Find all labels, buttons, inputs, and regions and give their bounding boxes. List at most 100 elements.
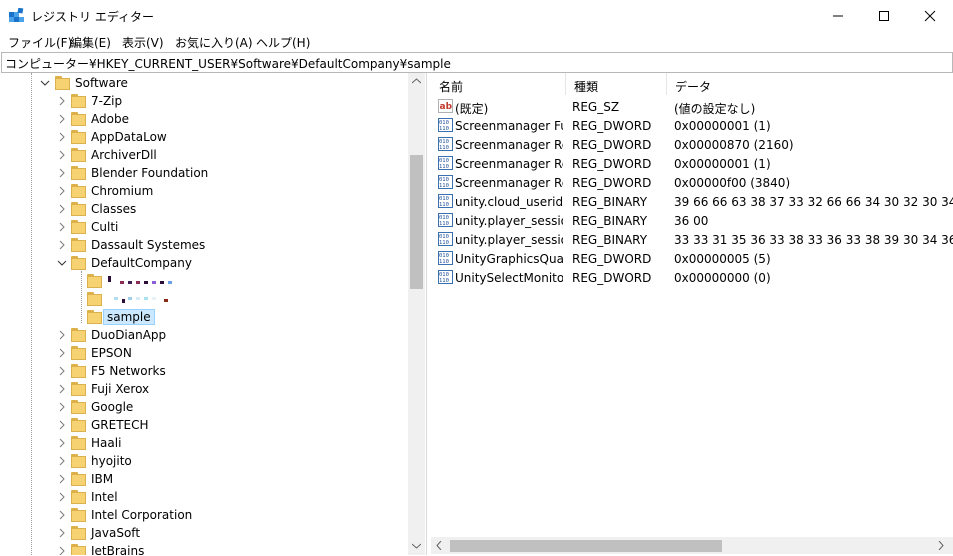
value-type: REG_DWORD [572,138,652,152]
value-row[interactable]: ab (既定) REG_SZ (値の設定なし) [431,97,953,116]
tree-item[interactable]: hyojito [0,452,408,470]
value-row[interactable]: 010110Screenmanager Re... REG_DWORD 0x0000… [431,173,953,192]
chevron-down-icon[interactable] [57,258,67,268]
tree-item[interactable]: Intel [0,488,408,506]
tree-item[interactable]: 7-Zip [0,92,408,110]
scroll-down-icon[interactable] [412,543,421,549]
column-header-label: データ [675,80,712,94]
chevron-right-icon[interactable] [57,132,67,142]
column-header-name[interactable]: 名前 [431,73,565,95]
value-row[interactable]: 010110UnityGraphicsQual... REG_DWORD 0x000… [431,249,953,268]
tree-vertical-scrollbar[interactable] [408,73,425,555]
value-data: 36 00 [674,214,709,228]
tree-item[interactable]: Fuji Xerox [0,380,408,398]
chevron-right-icon[interactable] [57,186,67,196]
tree-item-redacted[interactable] [0,290,408,308]
address-bar[interactable]: コンピューター¥HKEY_CURRENT_USER¥Software¥Defau… [1,52,953,73]
tree-item[interactable]: Haali [0,434,408,452]
chevron-right-icon[interactable] [57,150,67,160]
chevron-right-icon[interactable] [57,330,67,340]
tree-item-sample[interactable]: sample [0,308,408,326]
folder-icon [71,454,86,468]
folder-icon [71,382,86,396]
folder-icon [71,472,86,486]
tree-item[interactable]: Blender Foundation [0,164,408,182]
value-row[interactable]: 010110Screenmanager Re... REG_DWORD 0x0000… [431,154,953,173]
value-row[interactable]: 010 110 unity.cloud_userid... REG_BINARY 39 … [431,192,953,211]
chevron-right-icon[interactable] [57,492,67,502]
scroll-right-icon[interactable] [938,541,944,550]
chevron-right-icon[interactable] [57,546,67,555]
tree-item[interactable]: Culti [0,218,408,236]
chevron-right-icon[interactable] [57,510,67,520]
menu-help[interactable]: ヘルプ(H) [256,34,310,51]
chevron-right-icon[interactable] [57,384,67,394]
tree-item[interactable]: JavaSoft [0,524,408,542]
tree-item[interactable]: Adobe [0,110,408,128]
string-value-icon: ab [438,99,453,113]
chevron-right-icon[interactable] [57,240,67,250]
maximize-icon [879,11,889,21]
tree-item[interactable]: DefaultCompany [0,254,408,272]
value-type: REG_DWORD [572,271,652,285]
tree-item[interactable]: Intel Corporation [0,506,408,524]
folder-icon [71,238,86,252]
menu-file[interactable]: ファイル(F) [8,34,72,51]
chevron-right-icon[interactable] [57,348,67,358]
tree-item-redacted[interactable] [0,272,408,290]
tree-item[interactable]: JetBrains [0,542,408,555]
column-header-data[interactable]: データ [667,73,953,95]
tree-item[interactable]: AppDataLow [0,128,408,146]
chevron-right-icon[interactable] [57,114,67,124]
svg-text:ab: ab [440,102,453,112]
tree-item[interactable]: GRETECH [0,416,408,434]
minimize-button[interactable] [815,0,861,31]
scroll-up-icon[interactable] [412,78,421,84]
chevron-right-icon[interactable] [57,168,67,178]
value-name: Screenmanager Re... [455,138,563,152]
tree-item[interactable]: EPSON [0,344,408,362]
tree-scroll-thumb[interactable] [410,155,423,289]
chevron-right-icon[interactable] [57,204,67,214]
chevron-right-icon[interactable] [57,366,67,376]
tree-item[interactable]: Classes [0,200,408,218]
chevron-right-icon[interactable] [57,222,67,232]
value-row[interactable]: 010110Screenmanager Ful... REG_DWORD 0x000… [431,116,953,135]
value-type: REG_DWORD [572,157,652,171]
list-scroll-thumb[interactable] [450,540,722,552]
tree-item[interactable]: ArchiverDll [0,146,408,164]
chevron-right-icon[interactable] [57,402,67,412]
chevron-right-icon[interactable] [57,438,67,448]
value-row[interactable]: 010110unity.player_sessio... REG_BINARY 33… [431,230,953,249]
tree-item[interactable]: Dassault Systemes [0,236,408,254]
value-data: 0x00000f00 (3840) [674,176,791,190]
tree-item-label: Intel [91,490,118,504]
chevron-right-icon[interactable] [57,456,67,466]
chevron-right-icon[interactable] [57,474,67,484]
tree-item[interactable]: IBM [0,470,408,488]
tree-item-label: Intel Corporation [91,508,193,522]
tree-item[interactable]: Chromium [0,182,408,200]
maximize-button[interactable] [861,0,907,31]
menu-view[interactable]: 表示(V) [122,34,164,51]
scroll-left-icon[interactable] [436,541,442,550]
column-header-label: 種類 [574,80,599,94]
menu-edit[interactable]: 編集(E) [70,34,111,51]
tree-item[interactable]: Google [0,398,408,416]
value-data: 0x00000870 (2160) [674,138,794,152]
column-header-type[interactable]: 種類 [566,73,666,95]
value-row[interactable]: 010110UnitySelectMonito... REG_DWORD 0x000… [431,268,953,287]
menu-favorites[interactable]: お気に入り(A) [175,34,253,51]
binary-value-icon: 010110 [438,156,453,170]
value-row[interactable]: 010110unity.player_sessio... REG_BINARY 36… [431,211,953,230]
tree-item[interactable]: DuoDianApp [0,326,408,344]
chevron-right-icon[interactable] [57,528,67,538]
value-row[interactable]: 010110Screenmanager Re... REG_DWORD 0x0000… [431,135,953,154]
close-button[interactable] [907,0,953,31]
binary-value-icon: 010110 [438,118,453,132]
chevron-right-icon[interactable] [57,96,67,106]
chevron-right-icon[interactable] [57,420,67,430]
folder-icon [71,544,86,555]
tree-item[interactable]: F5 Networks [0,362,408,380]
value-type: REG_BINARY [572,195,648,209]
